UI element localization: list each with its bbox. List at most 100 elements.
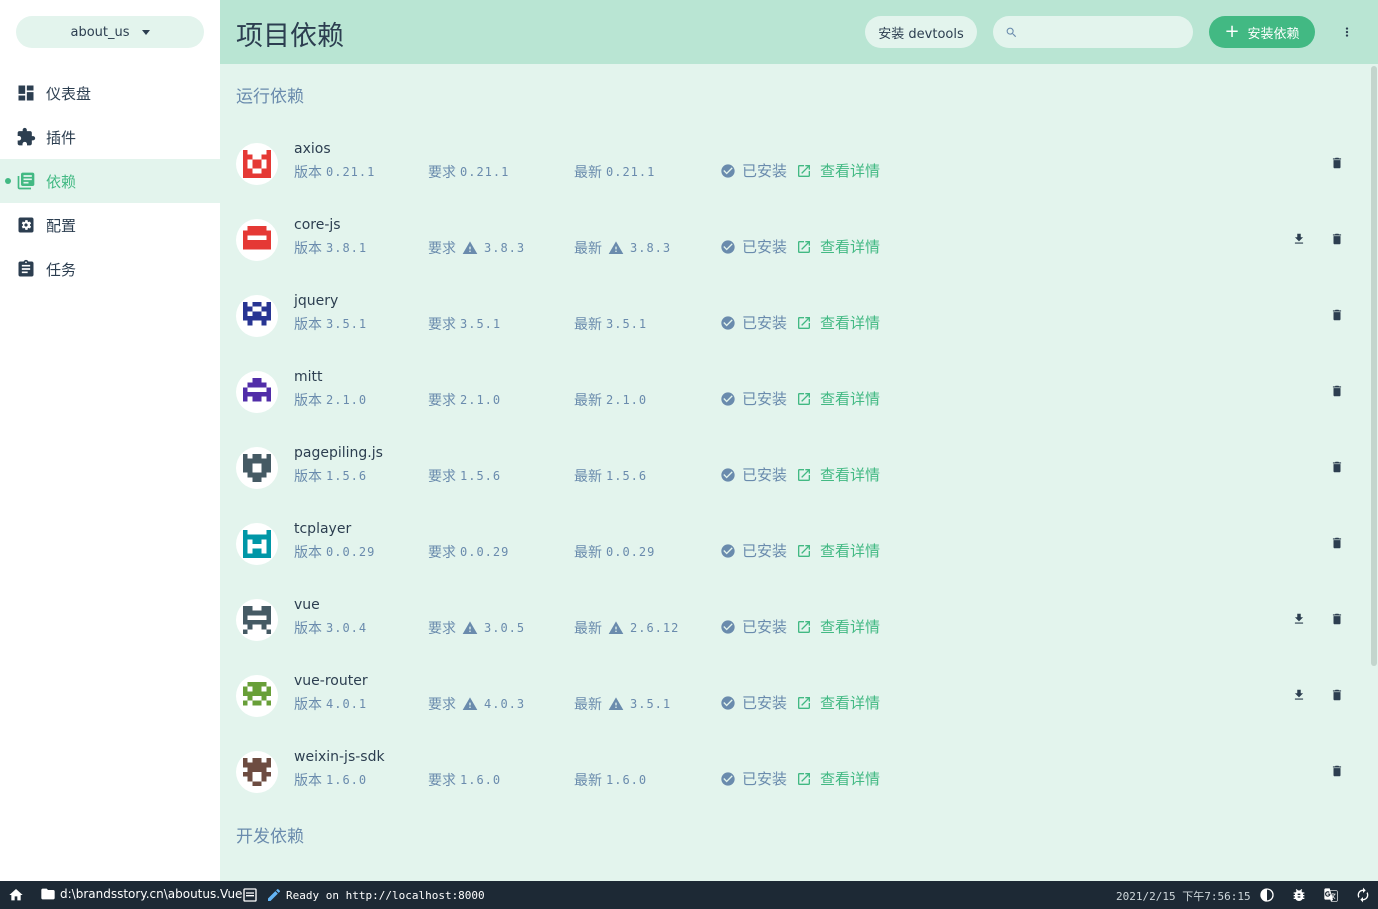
check-circle-icon [721, 695, 735, 710]
open-in-new-icon [798, 544, 810, 557]
package-avatar [236, 219, 278, 261]
sidebar-item-label: 依赖 [46, 172, 77, 191]
view-details-link[interactable]: 查看详情 [796, 692, 880, 713]
sidebar-item-config[interactable]: 配置 [0, 203, 220, 247]
installed-version: 版本 3.5.1 [294, 314, 367, 334]
home-icon [9, 889, 23, 901]
dependency-row: pagepiling.js 版本 1.5.6 要求 1.5.6 最新 1.5.6 已安装 查看详… [220, 430, 1370, 506]
install-dependency-button[interactable]: + 安装依赖 [1209, 16, 1315, 48]
view-details-link[interactable]: 查看详情 [796, 236, 880, 257]
wanted-label: 要求 [428, 621, 456, 637]
view-details-link[interactable]: 查看详情 [796, 616, 880, 637]
open-in-new-icon [798, 316, 810, 329]
view-details-label: 查看详情 [820, 542, 881, 560]
delete-icon [1332, 309, 1342, 321]
view-details-link[interactable]: 查看详情 [796, 540, 880, 561]
installed-label: 已安装 [742, 390, 788, 408]
content-scrollbar[interactable] [1370, 64, 1378, 881]
package-name: axios [294, 141, 331, 157]
wanted-version: 要求 4.0.3 [428, 694, 525, 714]
more-menu-button[interactable] [1336, 20, 1358, 44]
wanted-label: 要求 [428, 241, 456, 257]
project-path[interactable]: d:\brandsstory.cn\aboutus.Vue [40, 886, 242, 902]
dependency-row: jquery 版本 3.5.1 要求 3.5.1 最新 3.5.1 已安装 查看详情 [220, 278, 1370, 354]
wanted-value: 3.0.5 [484, 621, 526, 635]
delete-icon [1332, 385, 1342, 397]
wanted-label: 要求 [428, 393, 456, 409]
refresh-button[interactable] [1355, 887, 1371, 903]
caret-down-icon [141, 29, 150, 35]
sidebar-nav: 仪表盘 插件 依赖 配置 任务 [0, 71, 220, 291]
installed-label: 已安装 [742, 238, 788, 256]
uninstall-button[interactable] [1326, 228, 1348, 250]
check-circle-icon [721, 239, 735, 254]
uninstall-button[interactable] [1326, 152, 1348, 174]
view-details-link[interactable]: 查看详情 [796, 160, 880, 181]
view-details-link[interactable]: 查看详情 [796, 768, 880, 789]
sidebar-item-label: 插件 [46, 128, 77, 147]
package-avatar [236, 675, 278, 717]
check-circle-icon [721, 391, 735, 406]
uninstall-button[interactable] [1326, 456, 1348, 478]
package-name: weixin-js-sdk [294, 749, 385, 765]
sidebar-item-plugins[interactable]: 插件 [0, 115, 220, 159]
uninstall-button[interactable] [1326, 380, 1348, 402]
open-in-new-icon [798, 620, 810, 633]
uninstall-button[interactable] [1326, 608, 1348, 630]
latest-value: 3.8.3 [630, 241, 672, 255]
latest-version: 最新 0.0.29 [574, 542, 655, 562]
delete-icon [1332, 233, 1342, 245]
home-button[interactable] [8, 887, 24, 903]
installed-status: 已安装 [720, 160, 787, 181]
version-label: 版本 [294, 469, 322, 485]
package-name: pagepiling.js [294, 445, 383, 461]
latest-value: 2.6.12 [630, 621, 680, 635]
check-circle-icon [721, 467, 735, 482]
latest-value: 3.5.1 [606, 317, 648, 331]
report-bug-button[interactable] [1291, 887, 1307, 903]
view-details-link[interactable]: 查看详情 [796, 464, 880, 485]
more-vert-icon [1345, 27, 1349, 37]
latest-value: 0.0.29 [606, 545, 656, 559]
sidebar-item-dependencies[interactable]: 依赖 [0, 159, 220, 203]
package-name: core-js [294, 217, 341, 233]
package-avatar [236, 143, 278, 185]
uninstall-button[interactable] [1326, 304, 1348, 326]
install-devtools-button[interactable]: 安装 devtools [865, 16, 977, 48]
installed-label: 已安装 [742, 162, 788, 180]
view-details-label: 查看详情 [820, 238, 881, 256]
update-button[interactable] [1288, 684, 1310, 706]
open-in-new-icon [798, 240, 810, 253]
sidebar-item-dashboard[interactable]: 仪表盘 [0, 71, 220, 115]
view-details-label: 查看详情 [820, 466, 881, 484]
installed-status: 已安装 [720, 616, 787, 637]
wanted-version: 要求 3.0.5 [428, 618, 525, 638]
theme-toggle[interactable] [1259, 887, 1275, 903]
update-button[interactable] [1288, 608, 1310, 630]
installed-status: 已安装 [720, 768, 787, 789]
console-message: Ready on http://localhost:8000 [286, 888, 485, 902]
wanted-value: 2.1.0 [460, 393, 502, 407]
update-button[interactable] [1288, 228, 1310, 250]
console-log[interactable]: Ready on http://localhost:8000 [242, 887, 485, 903]
language-button[interactable] [1323, 887, 1339, 903]
search-input[interactable] [1026, 24, 1186, 40]
installed-version: 版本 3.8.1 [294, 238, 367, 258]
package-avatar [236, 447, 278, 489]
sidebar-item-label: 任务 [46, 260, 77, 279]
project-selector[interactable]: about_us [16, 16, 204, 48]
view-details-link[interactable]: 查看详情 [796, 312, 880, 333]
installed-label: 已安装 [742, 466, 788, 484]
version-label: 版本 [294, 621, 322, 637]
uninstall-button[interactable] [1326, 760, 1348, 782]
scrollbar-thumb[interactable] [1371, 66, 1377, 666]
view-details-link[interactable]: 查看详情 [796, 388, 880, 409]
warning-icon [608, 697, 624, 710]
dependency-row: axios 版本 0.21.1 要求 0.21.1 最新 0.21.1 已安装 查看详情 [220, 126, 1370, 202]
uninstall-button[interactable] [1326, 532, 1348, 554]
download-icon [1294, 233, 1304, 244]
installed-label: 已安装 [742, 770, 788, 788]
sidebar-item-tasks[interactable]: 任务 [0, 247, 220, 291]
uninstall-button[interactable] [1326, 684, 1348, 706]
version-label: 版本 [294, 317, 322, 333]
